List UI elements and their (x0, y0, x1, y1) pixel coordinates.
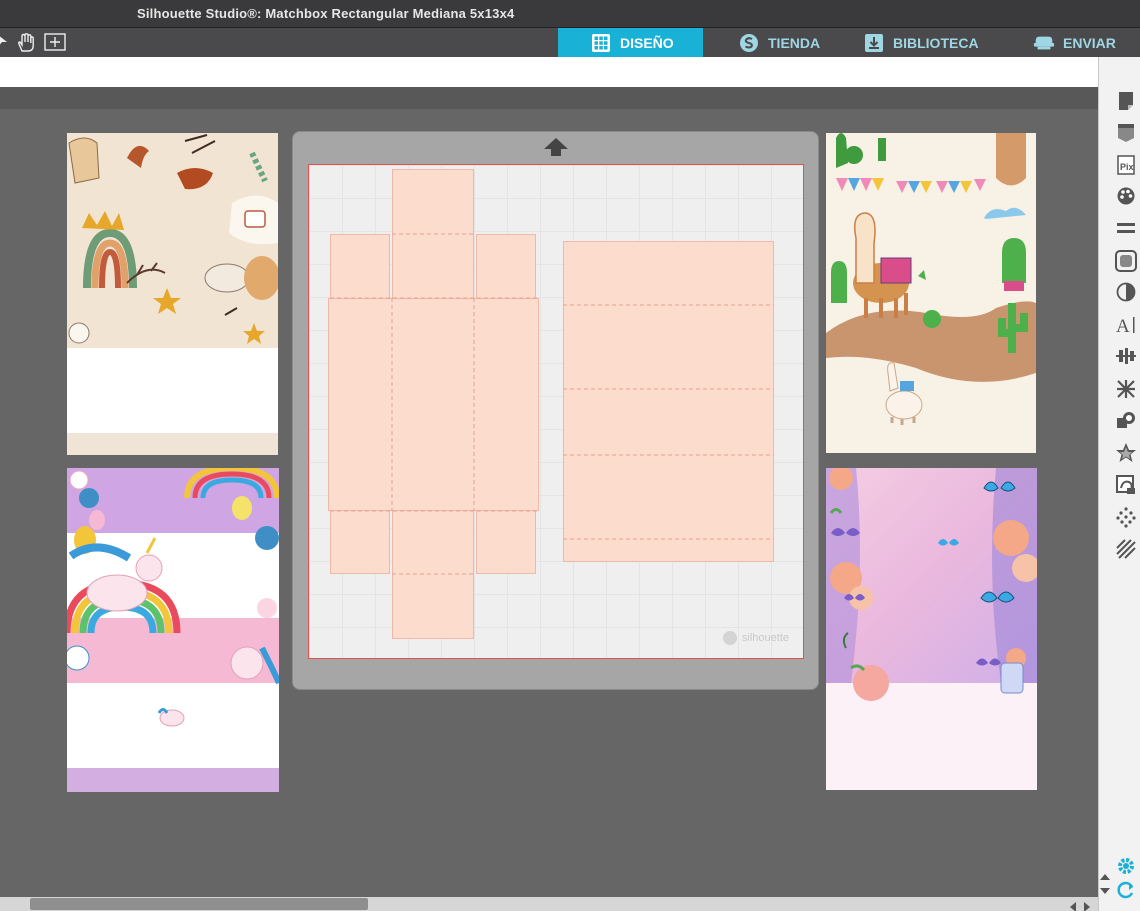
boho-card-art (67, 133, 278, 455)
silhouette-watermark: silhouette (722, 630, 789, 646)
main-tabs: DISEÑO TIENDA BIBLIOTECA ENVIAR (558, 28, 1140, 57)
unicorn-card[interactable] (67, 468, 279, 792)
scroll-left-icon[interactable] (1066, 897, 1080, 911)
unicorn-card-art (67, 468, 279, 792)
page-setup-icon[interactable] (1115, 90, 1137, 112)
cutting-mat: silhouette (292, 131, 819, 690)
transparency-icon[interactable] (1115, 282, 1137, 304)
cutting-area[interactable]: silhouette (308, 164, 804, 659)
text-style-icon[interactable]: A (1115, 314, 1137, 337)
secondary-toolbar (0, 57, 1098, 87)
offset-icon[interactable] (1115, 442, 1137, 464)
scroll-right-icon[interactable] (1080, 897, 1094, 911)
align-icon[interactable] (1115, 346, 1137, 368)
svg-text:A: A (1116, 316, 1130, 336)
sketch-icon[interactable] (1115, 538, 1137, 560)
tab-tienda[interactable]: TIENDA (703, 28, 853, 57)
tab-enviar[interactable]: ENVIAR (1008, 28, 1140, 57)
pixscan-icon[interactable]: Pix (1115, 154, 1137, 176)
modify-icon[interactable] (1115, 410, 1137, 432)
mat-brand-label: silhouette (741, 632, 789, 644)
butterfly-card-art (826, 468, 1037, 790)
cutter-machine-icon (1033, 32, 1055, 54)
boho-card[interactable] (67, 133, 278, 455)
select-arrow-icon[interactable] (0, 33, 8, 54)
zoom-fit-icon[interactable] (44, 33, 66, 56)
tab-tienda-label: TIENDA (768, 34, 821, 51)
svg-text:Pix: Pix (1120, 162, 1134, 172)
llama-card[interactable] (826, 133, 1036, 453)
top-toolbar: DISEÑO TIENDA BIBLIOTECA ENVIAR (0, 28, 1140, 57)
tab-enviar-label: ENVIAR (1063, 34, 1116, 51)
tab-biblioteca-label: BIBLIOTECA (893, 34, 979, 51)
trace-icon[interactable] (1115, 474, 1137, 496)
scroll-down-icon[interactable] (1099, 881, 1111, 895)
line-style-icon[interactable] (1115, 218, 1137, 240)
window-title: Silhouette Studio®: Matchbox Rectangular… (137, 6, 515, 21)
silhouette-studio-window: Silhouette Studio®: Matchbox Rectangular… (0, 0, 1140, 911)
title-bar: Silhouette Studio®: Matchbox Rectangular… (0, 0, 1140, 28)
registration-marks-icon[interactable] (1115, 122, 1137, 144)
scroll-up-icon[interactable] (1099, 867, 1111, 881)
sync-icon[interactable] (1115, 880, 1137, 902)
grid-icon (590, 32, 612, 54)
horizontal-scroll-thumb[interactable] (30, 898, 368, 910)
silhouette-logo-icon (722, 631, 737, 645)
tab-diseno[interactable]: DISEÑO (558, 28, 703, 57)
library-download-icon (863, 32, 885, 54)
settings-gear-icon[interactable] (1115, 856, 1137, 878)
feed-direction-arrow-icon (543, 137, 569, 162)
tab-diseno-label: DISEÑO (620, 34, 674, 51)
llama-card-art (826, 133, 1036, 453)
tab-biblioteca[interactable]: BIBLIOTECA (853, 28, 1008, 57)
silhouette-s-icon (738, 32, 760, 54)
butterfly-card[interactable] (826, 468, 1037, 790)
fold-lines (330, 233, 774, 575)
fill-color-icon[interactable] (1115, 186, 1137, 208)
document-tab-strip (0, 87, 1098, 109)
image-effects-icon[interactable] (1115, 250, 1137, 272)
rhinestone-icon[interactable] (1115, 506, 1137, 528)
replicate-icon[interactable] (1115, 378, 1137, 400)
hand-pan-icon[interactable] (16, 33, 36, 58)
